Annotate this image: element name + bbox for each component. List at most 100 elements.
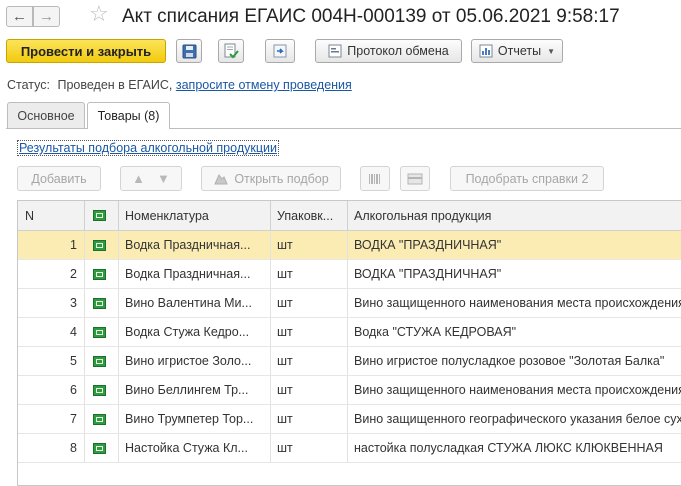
status-line: Статус: Проведен в ЕГАИС, запросите отме… [7,78,352,92]
nomenclature-cell[interactable]: Вино игристое Золо... [118,347,270,375]
excise-stamp-icon [93,326,106,338]
card-icon [407,173,423,184]
structure-button[interactable] [265,39,295,63]
alcohol-product-cell[interactable]: настойка полусладкая СТУЖА ЛЮКС КЛЮКВЕНН… [347,434,681,462]
nomenclature-cell[interactable]: Настойка Стужа Кл... [118,434,270,462]
barcode-icon [369,173,380,184]
excise-stamp-icon [93,239,106,251]
alcohol-product-cell[interactable]: Вино защищенного географического указани… [347,405,681,433]
pack-cell[interactable]: шт [270,231,347,259]
protocol-icon [328,44,342,58]
pack-cell[interactable]: шт [270,405,347,433]
post-document-button[interactable] [218,39,244,63]
excise-cell [84,434,118,462]
row-number: 2 [70,267,77,281]
goods-table: N Номенклатура Упаковк... Алкогольная пр… [17,200,681,486]
arrow-right-icon: → [39,8,54,25]
nomenclature-cell[interactable]: Водка Стужа Кедро... [118,318,270,346]
card-reader-button[interactable] [400,166,430,191]
cancel-posting-link[interactable]: запросите отмену проведения [176,78,352,92]
excise-cell [84,347,118,375]
pack-cell[interactable]: шт [270,260,347,288]
excise-stamp-icon [93,210,106,221]
alcohol-product-cell[interactable]: ВОДКА "ПРАЗДНИЧНАЯ" [347,231,681,259]
pack-cell[interactable]: шт [270,376,347,404]
barcode-button[interactable] [360,166,390,191]
pack-cell[interactable]: шт [270,289,347,317]
arrow-up-icon[interactable]: ▲ [132,171,145,186]
alcohol-product-cell[interactable]: Вино игристое полусладкое розовое "Золот… [347,347,681,375]
exchange-protocol-button[interactable]: Протокол обмена [315,39,462,63]
excise-cell [84,231,118,259]
nomenclature-cell[interactable]: Вино Валентина Ми... [118,289,270,317]
chevron-down-icon: ▼ [547,46,556,56]
alcohol-product-cell[interactable]: ВОДКА "ПРАЗДНИЧНАЯ" [347,260,681,288]
row-number: 3 [70,296,77,310]
excise-stamp-icon [93,442,106,454]
column-header-nomenclature[interactable]: Номенклатура [118,201,270,230]
structure-arrow-icon [273,44,287,58]
column-header-pack[interactable]: Упаковк... [270,201,347,230]
table-row[interactable]: 8 Настойка Стужа Кл... шт настойка полуслад… [18,434,681,463]
pack-cell[interactable]: шт [270,318,347,346]
table-row[interactable]: 4 Водка Стужа Кедро... шт Водка "СТУЖА КЕДР… [18,318,681,347]
post-and-close-button[interactable]: Провести и закрыть [6,39,166,63]
reports-dropdown[interactable]: Отчеты ▼ [471,39,563,63]
table-row[interactable]: 5 Вино игристое Золо... шт Вино игристое по… [18,347,681,376]
row-number: 8 [70,441,77,455]
table-header: N Номенклатура Упаковк... Алкогольная пр… [18,201,681,231]
page-title: Акт списания ЕГАИС 004Н-000139 от 05.06.… [122,6,620,27]
alcohol-product-cell[interactable]: Вино защищенного наименования места прои… [347,376,681,404]
arrow-left-icon: ← [12,8,27,25]
arrow-down-icon[interactable]: ▼ [157,171,170,186]
excise-cell [84,376,118,404]
select-certificates-button[interactable]: Подобрать справки 2 [450,166,604,191]
row-number: 4 [70,325,77,339]
favorite-star-icon[interactable]: ☆ [89,3,109,25]
table-row[interactable]: 7 Вино Трумпетер Тор... шт Вино защищенного… [18,405,681,434]
table-row[interactable]: 2 Водка Праздничная... шт ВОДКА "ПРАЗДНИЧНА… [18,260,681,289]
nomenclature-cell[interactable]: Вино Трумпетер Тор... [118,405,270,433]
nomenclature-cell[interactable]: Вино Беллингем Тр... [118,376,270,404]
forward-button[interactable]: → [33,6,60,27]
floppy-disk-icon [182,44,196,58]
excise-stamp-icon [93,413,106,425]
reports-label: Отчеты [497,44,542,58]
selection-icon [214,173,229,184]
column-header-icon[interactable] [84,201,118,230]
save-button[interactable] [176,39,202,63]
open-selection-button[interactable]: Открыть подбор [201,166,341,191]
excise-stamp-icon [93,384,106,396]
alcohol-selection-results-link[interactable]: Результаты подбора алкогольной продукции [17,140,279,156]
column-header-alcohol-product[interactable]: Алкогольная продукция [347,201,681,230]
excise-cell [84,289,118,317]
nomenclature-cell[interactable]: Водка Праздничная... [118,260,270,288]
column-header-n[interactable]: N [18,201,84,230]
open-selection-label: Открыть подбор [234,171,329,186]
excise-stamp-icon [93,297,106,309]
row-number: 5 [70,354,77,368]
table-row[interactable]: 3 Вино Валентина Ми... шт Вино защищенного … [18,289,681,318]
move-buttons[interactable]: ▲ ▼ [120,166,182,191]
excise-stamp-icon [93,355,106,367]
row-number: 1 [70,238,77,252]
add-button[interactable]: Добавить [17,166,101,191]
excise-cell [84,260,118,288]
tab-main[interactable]: Основное [7,102,85,128]
pack-cell[interactable]: шт [270,434,347,462]
status-value: Проведен в ЕГАИС, [57,78,173,92]
alcohol-product-cell[interactable]: Водка "СТУЖА КЕДРОВАЯ" [347,318,681,346]
nomenclature-cell[interactable]: Водка Праздничная... [118,231,270,259]
alcohol-product-cell[interactable]: Вино защищенного наименования места прои… [347,289,681,317]
exchange-protocol-label: Протокол обмена [347,44,449,58]
back-button[interactable]: ← [6,6,33,27]
document-post-icon [224,43,239,59]
table-row[interactable]: 6 Вино Беллингем Тр... шт Вино защищенного … [18,376,681,405]
row-number: 6 [70,383,77,397]
excise-stamp-icon [93,268,106,280]
report-icon [479,44,493,58]
pack-cell[interactable]: шт [270,347,347,375]
tab-goods[interactable]: Товары (8) [87,102,170,129]
table-row[interactable]: 1 Водка Праздничная... шт ВОДКА "ПРАЗДНИЧНА… [18,231,681,260]
excise-cell [84,405,118,433]
